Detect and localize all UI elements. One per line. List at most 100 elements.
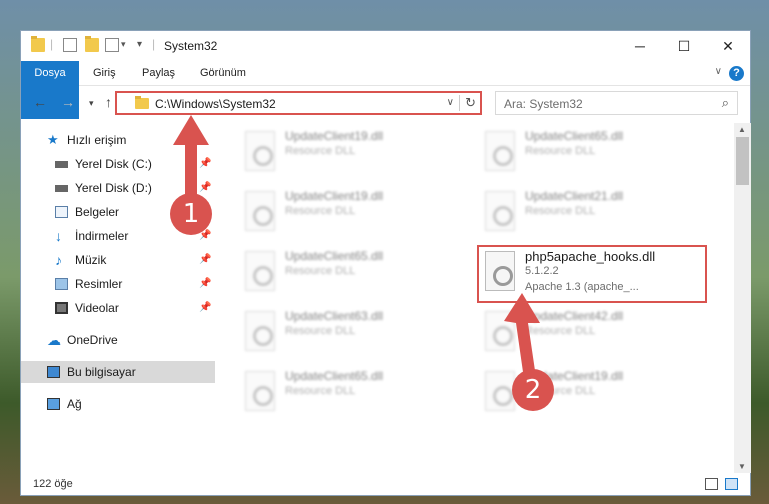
file-item[interactable]: UpdateClient65.dll Resource DLL xyxy=(239,367,469,425)
file-type: Resource DLL xyxy=(285,325,356,337)
up-button[interactable]: ↑ xyxy=(105,94,112,110)
close-button[interactable]: ✕ xyxy=(706,31,750,61)
refresh-icon[interactable]: ↻ xyxy=(465,95,476,111)
new-folder-icon[interactable] xyxy=(85,36,99,52)
tab-home[interactable]: Giriş xyxy=(85,61,124,86)
separator xyxy=(459,95,460,111)
sidebar-item-onedrive[interactable]: ☁ OneDrive xyxy=(21,329,215,351)
dll-file-icon xyxy=(245,371,275,411)
minimize-button[interactable]: ─ xyxy=(618,31,662,61)
network-icon xyxy=(47,398,60,410)
file-name: UpdateClient21.dll xyxy=(525,189,624,203)
dll-file-icon xyxy=(245,251,275,291)
file-version: 5.1.2.2 xyxy=(525,265,559,277)
qat-dropdown-icon[interactable]: ▾ xyxy=(121,39,126,50)
file-type: Resource DLL xyxy=(285,205,356,217)
window-title: System32 xyxy=(164,39,218,53)
recent-locations-button[interactable]: ▾ xyxy=(89,98,94,109)
sidebar-item-label: Resimler xyxy=(75,277,123,291)
sidebar-item-label: Belgeler xyxy=(75,205,120,219)
videos-icon xyxy=(55,302,68,314)
address-bar[interactable]: C:\Windows\System32 ∨ ↻ xyxy=(115,91,482,115)
file-item[interactable]: UpdateClient21.dll Resource DLL xyxy=(479,187,709,245)
star-icon: ★ xyxy=(47,132,59,147)
file-item[interactable]: UpdateClient65.dll Resource DLL xyxy=(239,247,469,305)
maximize-button[interactable]: ☐ xyxy=(662,31,706,61)
file-type: Resource DLL xyxy=(285,265,356,277)
file-name: UpdateClient65.dll xyxy=(525,129,624,143)
file-name: UpdateClient63.dll xyxy=(285,309,384,323)
sidebar-item-this-pc[interactable]: Bu bilgisayar xyxy=(21,361,215,383)
drive-icon xyxy=(55,185,68,192)
file-item[interactable]: UpdateClient19.dll Resource DLL xyxy=(239,187,469,245)
file-name: UpdateClient19.dll xyxy=(285,189,384,203)
sidebar-item-label: Bu bilgisayar xyxy=(67,365,136,379)
pin-icon: 📌 xyxy=(199,302,212,313)
dll-file-icon xyxy=(245,191,275,231)
file-type: Resource DLL xyxy=(525,205,596,217)
pictures-icon xyxy=(55,278,68,290)
sidebar-item-label: Hızlı erişim xyxy=(67,133,127,147)
tab-view[interactable]: Görünüm xyxy=(192,61,254,86)
ribbon-expand-icon[interactable]: ∨ xyxy=(715,66,722,77)
dll-file-icon xyxy=(245,131,275,171)
scroll-thumb[interactable] xyxy=(736,137,749,185)
sidebar-item-label: Videolar xyxy=(75,301,119,315)
file-item[interactable]: UpdateClient63.dll Resource DLL xyxy=(239,307,469,365)
forward-button[interactable]: → xyxy=(61,94,75,110)
dll-file-icon xyxy=(245,311,275,351)
sidebar-item-label: Müzik xyxy=(75,253,107,267)
tab-share[interactable]: Paylaş xyxy=(134,61,183,86)
cloud-icon: ☁ xyxy=(47,332,61,348)
callout-badge-1: 1 xyxy=(170,193,212,235)
sidebar-item-label: Yerel Disk (C:) xyxy=(75,157,152,171)
properties-icon[interactable] xyxy=(105,38,119,52)
sidebar-item-music[interactable]: ♪ Müzik 📌 xyxy=(21,249,215,271)
file-list: UpdateClient19.dll Resource DLL UpdateCl… xyxy=(219,123,739,473)
scroll-up-icon[interactable]: ▲ xyxy=(738,125,746,134)
download-icon: ↓ xyxy=(55,228,62,244)
item-count: 122 öğe xyxy=(33,478,73,490)
sidebar-item-network[interactable]: Ağ xyxy=(21,393,215,415)
check-document-icon[interactable] xyxy=(63,38,77,52)
folder-icon xyxy=(135,96,149,109)
scroll-down-icon[interactable]: ▼ xyxy=(738,462,746,471)
pin-icon: 📌 xyxy=(199,278,212,289)
sidebar-item-pictures[interactable]: Resimler 📌 xyxy=(21,273,215,295)
folder-icon xyxy=(31,36,45,52)
search-placeholder[interactable]: Ara: System32 xyxy=(504,97,583,111)
file-item[interactable]: UpdateClient65.dll Resource DLL xyxy=(479,127,709,185)
sidebar-item-label: İndirmeler xyxy=(75,229,129,243)
search-icon[interactable]: ⌕ xyxy=(722,95,729,111)
file-name: UpdateClient19.dll xyxy=(285,129,384,143)
separator: | xyxy=(152,37,156,51)
sidebar-item-label: OneDrive xyxy=(67,333,118,347)
address-text[interactable]: C:\Windows\System32 xyxy=(155,97,276,111)
search-box[interactable]: Ara: System32 ⌕ xyxy=(495,91,738,115)
dll-file-icon xyxy=(485,191,515,231)
address-dropdown-icon[interactable]: ∨ xyxy=(447,97,454,108)
music-icon: ♪ xyxy=(55,252,62,268)
sidebar-item-label: Yerel Disk (D:) xyxy=(75,181,152,195)
file-item[interactable]: UpdateClient19.dll Resource DLL xyxy=(239,127,469,185)
file-type: Resource DLL xyxy=(285,145,356,157)
details-view-icon[interactable] xyxy=(705,478,718,490)
sidebar-item-videos[interactable]: Videolar 📌 xyxy=(21,297,215,319)
qat-customize-icon[interactable]: ▾ xyxy=(137,39,142,50)
large-icons-view-icon[interactable] xyxy=(725,478,738,490)
dll-file-icon xyxy=(485,131,515,171)
back-button[interactable]: ← xyxy=(33,94,47,110)
vertical-scrollbar[interactable]: ▲ ▼ xyxy=(734,123,751,473)
file-description: Apache 1.3 (apache_... xyxy=(525,281,639,293)
dll-file-icon xyxy=(485,251,515,291)
file-name: UpdateClient65.dll xyxy=(285,249,384,263)
navigation-bar: ← → ▾ ↑ C:\Windows\System32 ∨ ↻ Ara: Sys… xyxy=(21,87,750,119)
explorer-window: | ▾ ▾ | System32 ─ ☐ ✕ Dosya Giriş Payla… xyxy=(20,30,751,496)
separator: | xyxy=(50,37,54,51)
computer-icon xyxy=(47,366,60,378)
documents-icon xyxy=(55,206,68,218)
file-name: UpdateClient65.dll xyxy=(285,369,384,383)
help-icon[interactable]: ? xyxy=(729,66,744,81)
callout-badge-2: 2 xyxy=(512,369,554,411)
title-bar: | ▾ ▾ | System32 ─ ☐ ✕ xyxy=(21,31,750,61)
